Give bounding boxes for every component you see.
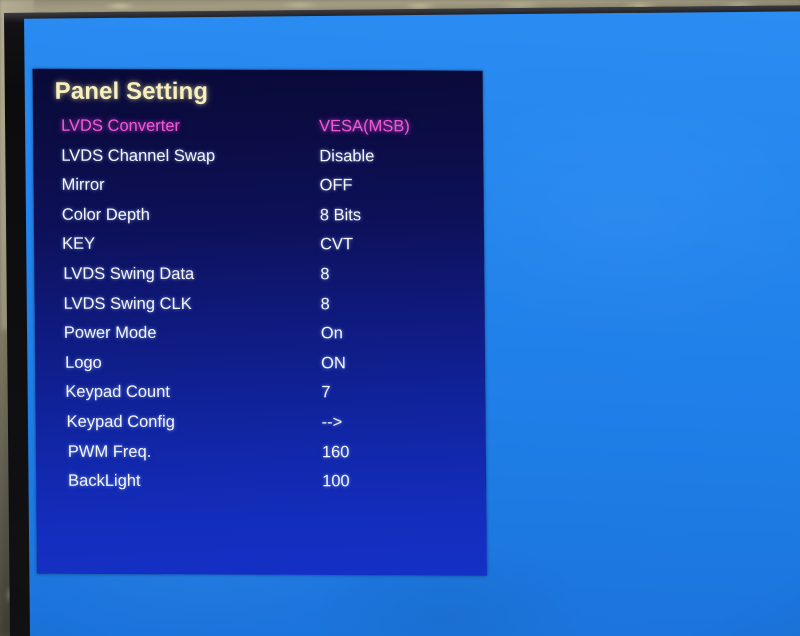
osd-label: PWM Freq. [67, 442, 152, 461]
osd-row-power-mode[interactable]: Power Mode On [35, 324, 485, 354]
osd-value[interactable]: ON [321, 354, 346, 373]
submenu-arrow-icon[interactable]: --> [322, 413, 343, 432]
osd-value[interactable]: 8 Bits [320, 206, 361, 225]
osd-value[interactable]: 7 [321, 384, 330, 403]
monitor-bezel: Panel Setting LVDS Converter VESA(MSB) L… [4, 5, 800, 636]
osd-row-lvds-swing-clk[interactable]: LVDS Swing CLK 8 [35, 294, 485, 324]
osd-row-lvds-channel-swap[interactable]: LVDS Channel Swap Disable [33, 146, 483, 176]
osd-value[interactable]: 8 [321, 295, 330, 314]
osd-label: Logo [65, 353, 102, 372]
osd-row-pwm-freq[interactable]: PWM Freq. 160 [36, 442, 486, 472]
osd-value[interactable]: On [321, 324, 343, 343]
osd-value[interactable]: 8 [320, 265, 329, 284]
osd-label: LVDS Channel Swap [61, 146, 216, 165]
osd-label: Keypad Count [65, 383, 171, 402]
osd-value[interactable]: VESA(MSB) [319, 117, 410, 136]
osd-menu-content: Panel Setting LVDS Converter VESA(MSB) L… [33, 69, 487, 575]
osd-label: LVDS Swing CLK [63, 294, 192, 313]
osd-value[interactable]: 160 [322, 443, 350, 462]
osd-label: BackLight [68, 471, 141, 491]
osd-item-list: LVDS Converter VESA(MSB) LVDS Channel Sw… [33, 117, 486, 502]
osd-value[interactable]: CVT [320, 236, 353, 255]
osd-value[interactable]: Disable [319, 147, 374, 166]
osd-label: Power Mode [63, 323, 157, 343]
osd-row-backlight[interactable]: BackLight 100 [36, 472, 486, 502]
osd-row-keypad-config[interactable]: Keypad Config --> [36, 413, 486, 443]
screenshot-root: Panel Setting LVDS Converter VESA(MSB) L… [0, 0, 800, 636]
osd-label: Mirror [61, 175, 105, 195]
osd-row-key[interactable]: KEY CVT [34, 235, 484, 265]
osd-value[interactable]: 100 [322, 472, 350, 491]
osd-row-lvds-converter[interactable]: LVDS Converter VESA(MSB) [33, 117, 483, 147]
osd-label: Color Depth [61, 205, 150, 224]
osd-label: LVDS Converter [60, 116, 181, 135]
osd-label: LVDS Swing Data [63, 264, 195, 283]
osd-label: Keypad Config [66, 412, 175, 431]
osd-menu-panel[interactable]: Panel Setting LVDS Converter VESA(MSB) L… [32, 68, 487, 576]
osd-row-mirror[interactable]: Mirror OFF [33, 176, 483, 206]
osd-value[interactable]: OFF [319, 176, 352, 195]
osd-row-color-depth[interactable]: Color Depth 8 Bits [34, 206, 484, 236]
monitor-screen: Panel Setting LVDS Converter VESA(MSB) L… [24, 11, 800, 636]
osd-title: Panel Setting [54, 77, 209, 106]
osd-row-lvds-swing-data[interactable]: LVDS Swing Data 8 [34, 265, 484, 295]
osd-row-keypad-count[interactable]: Keypad Count 7 [35, 383, 485, 413]
osd-row-logo[interactable]: Logo ON [35, 353, 485, 383]
osd-label: KEY [61, 235, 96, 254]
